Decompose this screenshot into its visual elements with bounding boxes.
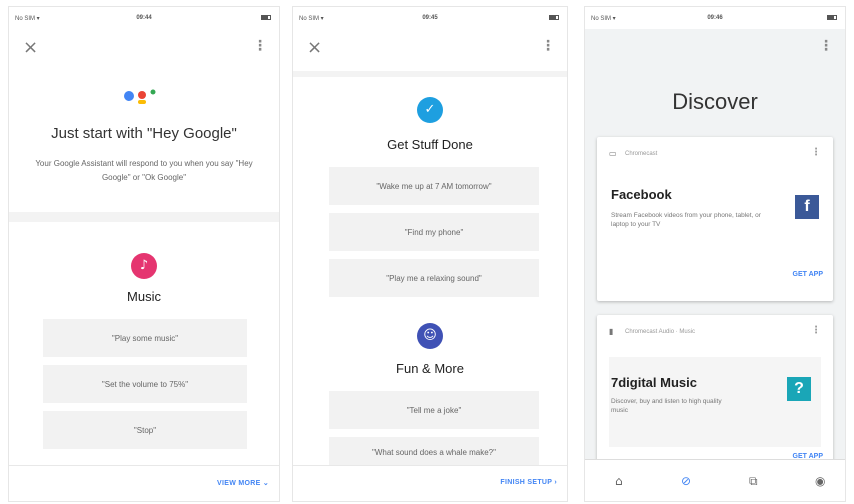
page-title: Just start with "Hey Google": [51, 125, 237, 142]
assistant-intro-screen: No SIM ▾ 09:44 × ⋮ Just start with "Hey …: [8, 6, 280, 502]
battery-icon: [827, 15, 837, 20]
section-title: Fun & More: [396, 361, 464, 376]
battery-icon: [261, 15, 271, 20]
assistant-examples-screen: No SIM ▾ 09:45 × ⋮ ✓ Get Stuff Done "Wak…: [292, 6, 568, 502]
suggestion-chip[interactable]: "Play me a relaxing sound": [329, 259, 539, 297]
finish-setup-button[interactable]: FINISH SETUP ›: [500, 479, 557, 486]
7digital-logo-icon: ?: [787, 377, 811, 401]
view-more-button[interactable]: VIEW MORE ⌄: [217, 479, 269, 487]
account-icon[interactable]: ◉: [815, 474, 825, 488]
more-vert-icon[interactable]: ⋮: [811, 325, 821, 336]
suggestion-chip[interactable]: "What sound does a whale make?": [329, 437, 539, 467]
top-bar: ⋮: [585, 33, 845, 63]
card-type-label: Chromecast: [625, 151, 658, 157]
close-icon[interactable]: ×: [23, 39, 38, 57]
cast-icon: ▭: [609, 149, 617, 158]
suggestion-chip[interactable]: "Wake me up at 7 AM tomorrow": [329, 167, 539, 205]
suggestion-chip[interactable]: "Tell me a joke": [329, 391, 539, 429]
status-bar: No SIM ▾ 09:46: [585, 7, 845, 29]
page-title: Discover: [672, 89, 758, 114]
discover-screen: No SIM ▾ 09:46 ⋮ Discover ▭ Chromecast ⋮…: [584, 6, 846, 502]
card-type-label: Chromecast Audio · Music: [625, 329, 696, 335]
clock: 09:45: [422, 15, 438, 21]
category-title: Music: [127, 289, 161, 304]
smile-icon: ☺: [417, 323, 443, 349]
card-title: Facebook: [611, 187, 672, 202]
more-vert-icon[interactable]: ⋮: [819, 39, 833, 53]
footer-bar: FINISH SETUP ›: [293, 465, 567, 501]
section-divider: [9, 212, 279, 222]
carrier-label: No SIM ▾: [591, 16, 616, 22]
card-description: Stream Facebook videos from your phone, …: [611, 212, 761, 228]
more-vert-icon[interactable]: ⋮: [253, 39, 267, 53]
discover-card[interactable]: ▮ Chromecast Audio · Music ⋮ 7digital Mu…: [597, 315, 833, 463]
bottom-navigation: ⌂ ⊘ ⧉ ◉: [585, 459, 845, 501]
speaker-icon: ▮: [609, 327, 614, 336]
checklist-icon: ✓: [417, 97, 443, 123]
status-bar: No SIM ▾ 09:44: [9, 7, 279, 29]
clock: 09:46: [707, 15, 723, 21]
page-subtitle: Your Google Assistant will respond to yo…: [35, 159, 253, 182]
more-vert-icon[interactable]: ⋮: [541, 39, 555, 53]
top-bar: × ⋮: [9, 33, 279, 63]
carrier-label: No SIM ▾: [299, 16, 324, 22]
discover-card[interactable]: ▭ Chromecast ⋮ Facebook Stream Facebook …: [597, 137, 833, 301]
updates-icon[interactable]: ⧉: [749, 474, 758, 489]
google-assistant-logo: [124, 89, 156, 104]
suggestion-chip[interactable]: "Play some music": [43, 319, 247, 357]
battery-icon: [549, 15, 559, 20]
close-icon[interactable]: ×: [307, 39, 322, 57]
suggestion-chip[interactable]: "Find my phone": [329, 213, 539, 251]
suggestion-chip[interactable]: "Set the volume to 75%": [43, 365, 247, 403]
card-description: Discover, buy and listen to high quality…: [611, 398, 722, 414]
explore-icon[interactable]: ⊘: [681, 474, 691, 488]
section-title: Get Stuff Done: [387, 137, 473, 152]
top-bar: × ⋮: [293, 33, 567, 63]
clock: 09:44: [136, 15, 152, 21]
suggestion-chip[interactable]: "Stop": [43, 411, 247, 449]
footer-bar: VIEW MORE ⌄: [9, 465, 279, 501]
status-bar: No SIM ▾ 09:45: [293, 7, 567, 29]
get-app-button[interactable]: GET APP: [793, 271, 823, 278]
music-note-icon: ♪: [131, 253, 157, 279]
facebook-logo-icon: f: [795, 195, 819, 219]
card-title: 7digital Music: [611, 375, 697, 390]
home-icon[interactable]: ⌂: [615, 474, 623, 488]
more-vert-icon[interactable]: ⋮: [811, 147, 821, 158]
section-divider: [293, 71, 567, 77]
carrier-label: No SIM ▾: [15, 16, 40, 22]
